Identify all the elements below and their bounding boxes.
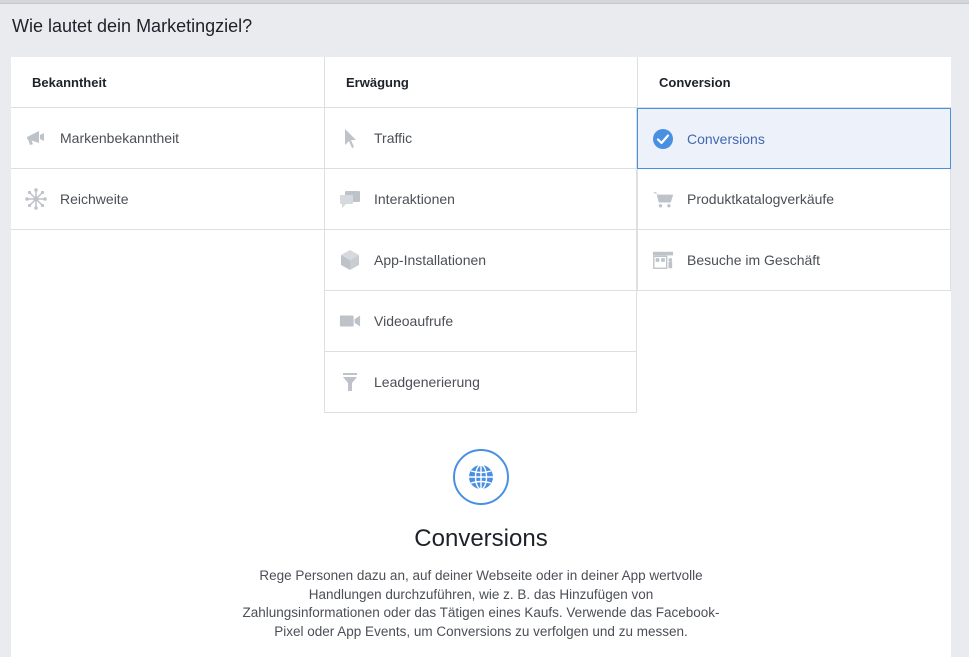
objective-store-visits[interactable]: Besuche im Geschäft xyxy=(637,230,951,291)
top-border xyxy=(0,0,969,4)
chat-bubbles-icon xyxy=(339,188,361,210)
objective-catalog-sales[interactable]: Produktkatalogverkäufe xyxy=(637,169,951,230)
column-consideration: Erwägung Traffic Interaktionen App-Insta… xyxy=(324,57,637,413)
objective-engagement[interactable]: Interaktionen xyxy=(324,169,637,230)
checkmark-circle-icon xyxy=(652,128,674,150)
column-header-consideration: Erwägung xyxy=(324,57,637,108)
box-icon xyxy=(339,249,361,271)
objective-traffic[interactable]: Traffic xyxy=(324,108,637,169)
column-header-awareness: Bekanntheit xyxy=(11,57,324,108)
store-icon xyxy=(652,249,674,271)
objective-label: Leadgenerierung xyxy=(374,374,480,390)
globe-icon xyxy=(453,449,509,505)
objective-label: Markenbekanntheit xyxy=(60,130,180,146)
objective-label: Reichweite xyxy=(60,191,129,207)
objective-video-views[interactable]: Videoaufrufe xyxy=(324,291,637,352)
objective-reach[interactable]: Reichweite xyxy=(11,169,324,230)
objective-label: Conversions xyxy=(687,130,765,147)
objective-conversions[interactable]: Conversions xyxy=(637,108,951,169)
column-header-conversion: Conversion xyxy=(637,57,951,108)
column-conversion: Conversion Conversions Produktkatalogver… xyxy=(637,57,951,291)
funnel-icon xyxy=(339,371,361,393)
objective-label: Interaktionen xyxy=(374,191,455,207)
page-title: Wie lautet dein Marketingziel? xyxy=(12,16,253,36)
objective-lead-generation[interactable]: Leadgenerierung xyxy=(324,352,637,413)
objective-label: Videoaufrufe xyxy=(374,313,454,329)
cursor-icon xyxy=(339,127,361,149)
objective-label: Traffic xyxy=(374,130,413,146)
megaphone-icon xyxy=(25,127,47,149)
detail-description: Rege Personen dazu an, auf deiner Websei… xyxy=(242,568,720,639)
objective-label: Produktkatalogverkäufe xyxy=(687,191,835,207)
video-camera-icon xyxy=(339,310,361,332)
objective-detail: Conversions Rege Personen dazu an, auf d… xyxy=(11,449,951,641)
detail-title: Conversions xyxy=(414,525,548,552)
reach-icon xyxy=(25,188,47,210)
objective-app-installs[interactable]: App-Installationen xyxy=(324,230,637,291)
objective-panel: Bekanntheit Markenbekanntheit Reichweite… xyxy=(11,57,951,657)
objective-label: App-Installationen xyxy=(374,252,487,268)
column-awareness: Bekanntheit Markenbekanntheit Reichweite xyxy=(11,57,324,230)
objective-brand-awareness[interactable]: Markenbekanntheit xyxy=(11,108,324,169)
objective-label: Besuche im Geschäft xyxy=(687,252,821,268)
shopping-cart-icon xyxy=(652,188,674,210)
